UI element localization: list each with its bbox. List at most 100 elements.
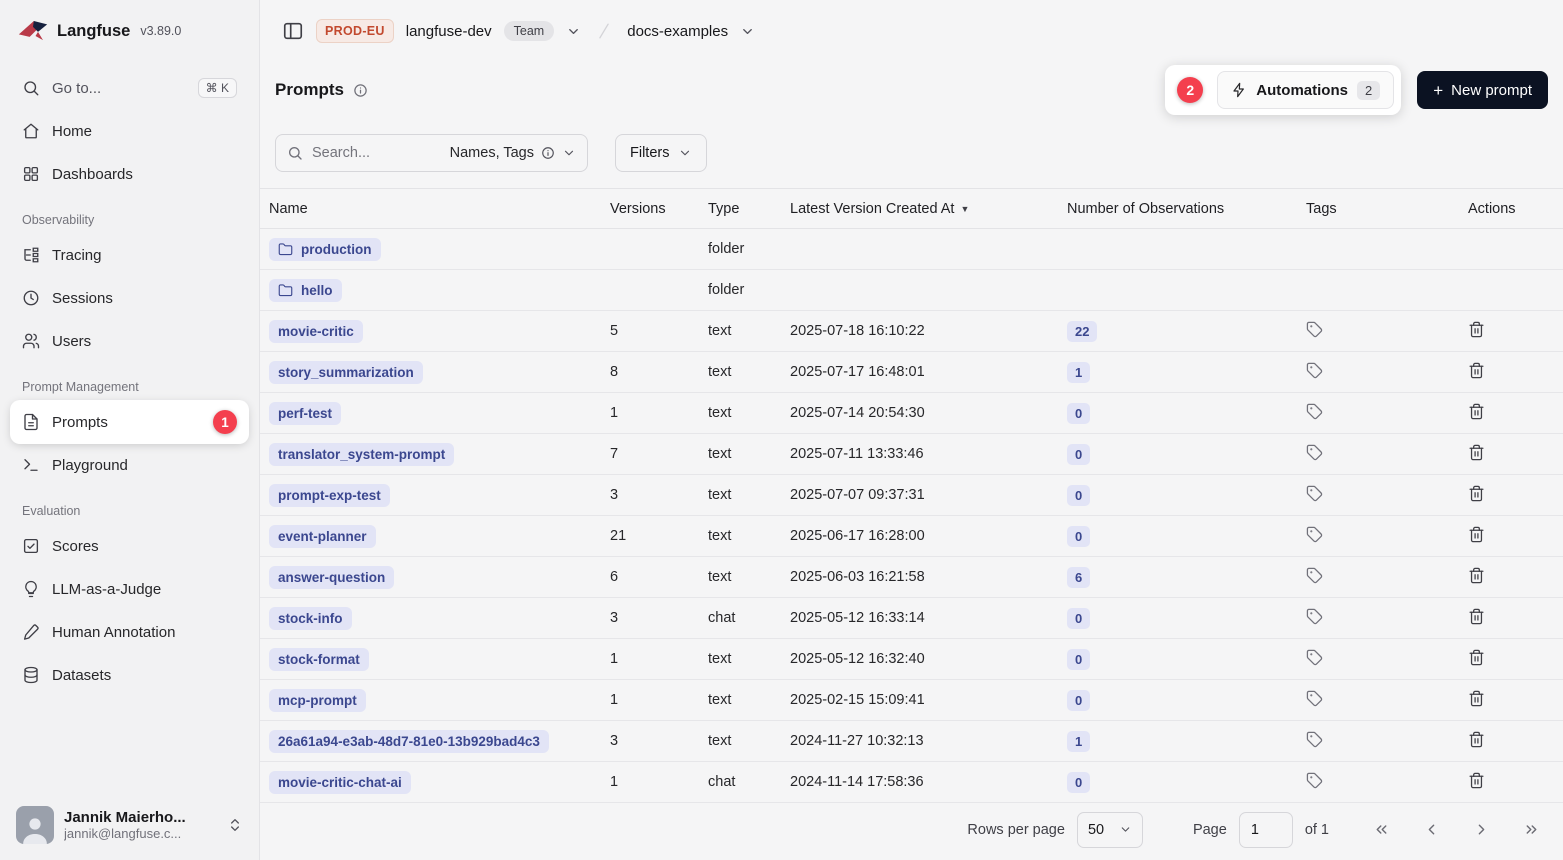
table-row[interactable]: production folder — [260, 229, 1563, 270]
column-header-type[interactable]: Type — [699, 201, 781, 217]
tag-icon[interactable] — [1306, 526, 1323, 543]
sidebar-item-prompts[interactable]: Prompts 1 — [12, 402, 247, 442]
tag-icon[interactable] — [1306, 608, 1323, 625]
column-header-name[interactable]: Name — [260, 201, 601, 217]
tag-icon[interactable] — [1306, 772, 1323, 789]
table-row[interactable]: story_summarization8text2025-07-17 16:48… — [260, 352, 1563, 393]
project-name[interactable]: docs-examples — [627, 23, 728, 40]
table-row[interactable]: 26a61a94-e3ab-48d7-81e0-13b929bad4c33tex… — [260, 721, 1563, 762]
table-row[interactable]: translator_system-prompt7text2025-07-11 … — [260, 434, 1563, 475]
table-row[interactable]: event-planner21text2025-06-17 16:28:000 — [260, 516, 1563, 557]
observations-cell: 0 — [1058, 485, 1297, 506]
search-input[interactable]: Search... Names, Tags — [275, 134, 588, 172]
prompt-link[interactable]: stock-info — [269, 607, 352, 630]
table-row[interactable]: perf-test1text2025-07-14 20:54:300 — [260, 393, 1563, 434]
folder-link[interactable]: hello — [269, 279, 342, 302]
prompt-link[interactable]: story_summarization — [269, 361, 423, 384]
goto-search[interactable]: Go to... ⌘ K — [12, 68, 247, 108]
prompt-link[interactable]: movie-critic — [269, 320, 363, 343]
tag-icon[interactable] — [1306, 403, 1323, 420]
table-row[interactable]: hellofolder — [260, 270, 1563, 311]
section-prompt-management: Prompt Management — [12, 364, 247, 402]
delete-button[interactable] — [1468, 772, 1485, 789]
prompt-link[interactable]: answer-question — [269, 566, 394, 589]
search-scope-select[interactable]: Names, Tags — [450, 145, 576, 161]
tag-icon[interactable] — [1306, 567, 1323, 584]
info-icon[interactable] — [353, 83, 368, 98]
prompt-link[interactable]: translator_system-prompt — [269, 443, 454, 466]
column-header-tags[interactable]: Tags — [1297, 201, 1459, 217]
sidebar-item-tracing[interactable]: Tracing — [12, 235, 247, 275]
sidebar-item-scores[interactable]: Scores — [12, 526, 247, 566]
chevron-down-icon — [562, 146, 576, 160]
tag-icon[interactable] — [1306, 321, 1323, 338]
delete-button[interactable] — [1468, 649, 1485, 666]
sidebar-item-playground[interactable]: Playground — [12, 445, 247, 485]
tag-icon[interactable] — [1306, 444, 1323, 461]
prompt-link[interactable]: mcp-prompt — [269, 689, 366, 712]
folder-link[interactable]: production — [269, 238, 381, 261]
prompt-link[interactable]: stock-format — [269, 648, 369, 671]
last-page-button[interactable] — [1517, 816, 1545, 844]
prompt-link[interactable]: prompt-exp-test — [269, 484, 390, 507]
prompt-link[interactable]: movie-critic-chat-ai — [269, 771, 411, 794]
automations-button[interactable]: Automations 2 — [1217, 71, 1394, 109]
sidebar-toggle-icon[interactable] — [282, 20, 304, 42]
delete-button[interactable] — [1468, 567, 1485, 584]
sidebar-item-datasets[interactable]: Datasets — [12, 655, 247, 695]
rows-per-page-select[interactable]: 50 — [1077, 812, 1143, 848]
column-header-latest-version-created-at[interactable]: Latest Version Created At▼ — [781, 201, 1058, 217]
prompt-link[interactable]: perf-test — [269, 402, 341, 425]
delete-button[interactable] — [1468, 690, 1485, 707]
avatar — [16, 806, 54, 844]
type-cell: folder — [699, 241, 781, 257]
tag-icon[interactable] — [1306, 649, 1323, 666]
delete-button[interactable] — [1468, 731, 1485, 748]
sidebar-item-llm-as-a-judge[interactable]: LLM-as-a-Judge — [12, 569, 247, 609]
chevron-down-icon[interactable] — [740, 24, 755, 39]
column-header-versions[interactable]: Versions — [601, 201, 699, 217]
sidebar-item-label: Datasets — [52, 667, 111, 684]
sidebar-item-home[interactable]: Home — [12, 111, 247, 151]
chevron-down-icon[interactable] — [566, 24, 581, 39]
prompt-link[interactable]: event-planner — [269, 525, 376, 548]
table-row[interactable]: stock-format1text2025-05-12 16:32:400 — [260, 639, 1563, 680]
tag-icon[interactable] — [1306, 362, 1323, 379]
prompt-link[interactable]: 26a61a94-e3ab-48d7-81e0-13b929bad4c3 — [269, 730, 549, 753]
delete-button[interactable] — [1468, 485, 1485, 502]
sidebar-item-sessions[interactable]: Sessions — [12, 278, 247, 318]
page-label: Page — [1193, 822, 1227, 838]
table-row[interactable]: prompt-exp-test3text2025-07-07 09:37:310 — [260, 475, 1563, 516]
filters-button[interactable]: Filters — [615, 134, 707, 172]
delete-button[interactable] — [1468, 608, 1485, 625]
tag-icon[interactable] — [1306, 485, 1323, 502]
table-row[interactable]: answer-question6text2025-06-03 16:21:586 — [260, 557, 1563, 598]
column-header-actions[interactable]: Actions — [1459, 201, 1563, 217]
table-row[interactable]: movie-critic5text2025-07-18 16:10:2222 — [260, 311, 1563, 352]
table-row[interactable]: movie-critic-chat-ai1chat2024-11-14 17:5… — [260, 762, 1563, 803]
table-row[interactable]: mcp-prompt1text2025-02-15 15:09:410 — [260, 680, 1563, 721]
tag-icon[interactable] — [1306, 690, 1323, 707]
org-name[interactable]: langfuse-dev — [406, 23, 492, 40]
user-menu[interactable]: Jannik Maierho... jannik@langfuse.c... — [0, 794, 259, 860]
app-logo[interactable]: Langfuse v3.89.0 — [0, 0, 259, 62]
prev-page-button[interactable] — [1417, 816, 1445, 844]
next-page-button[interactable] — [1467, 816, 1495, 844]
column-header-number-of-observations[interactable]: Number of Observations — [1058, 201, 1297, 217]
sidebar-item-dashboards[interactable]: Dashboards — [12, 154, 247, 194]
delete-button[interactable] — [1468, 321, 1485, 338]
env-badge[interactable]: PROD-EU — [316, 19, 394, 43]
tag-icon[interactable] — [1306, 731, 1323, 748]
new-prompt-button[interactable]: + New prompt — [1417, 71, 1548, 109]
table-row[interactable]: stock-info3chat2025-05-12 16:33:140 — [260, 598, 1563, 639]
sidebar-item-human-annotation[interactable]: Human Annotation — [12, 612, 247, 652]
observations-cell: 1 — [1058, 362, 1297, 383]
sidebar-item-users[interactable]: Users — [12, 321, 247, 361]
delete-button[interactable] — [1468, 444, 1485, 461]
page-number-input[interactable] — [1239, 812, 1293, 848]
delete-button[interactable] — [1468, 526, 1485, 543]
delete-button[interactable] — [1468, 362, 1485, 379]
first-page-button[interactable] — [1367, 816, 1395, 844]
sort-desc-icon: ▼ — [960, 204, 969, 214]
delete-button[interactable] — [1468, 403, 1485, 420]
